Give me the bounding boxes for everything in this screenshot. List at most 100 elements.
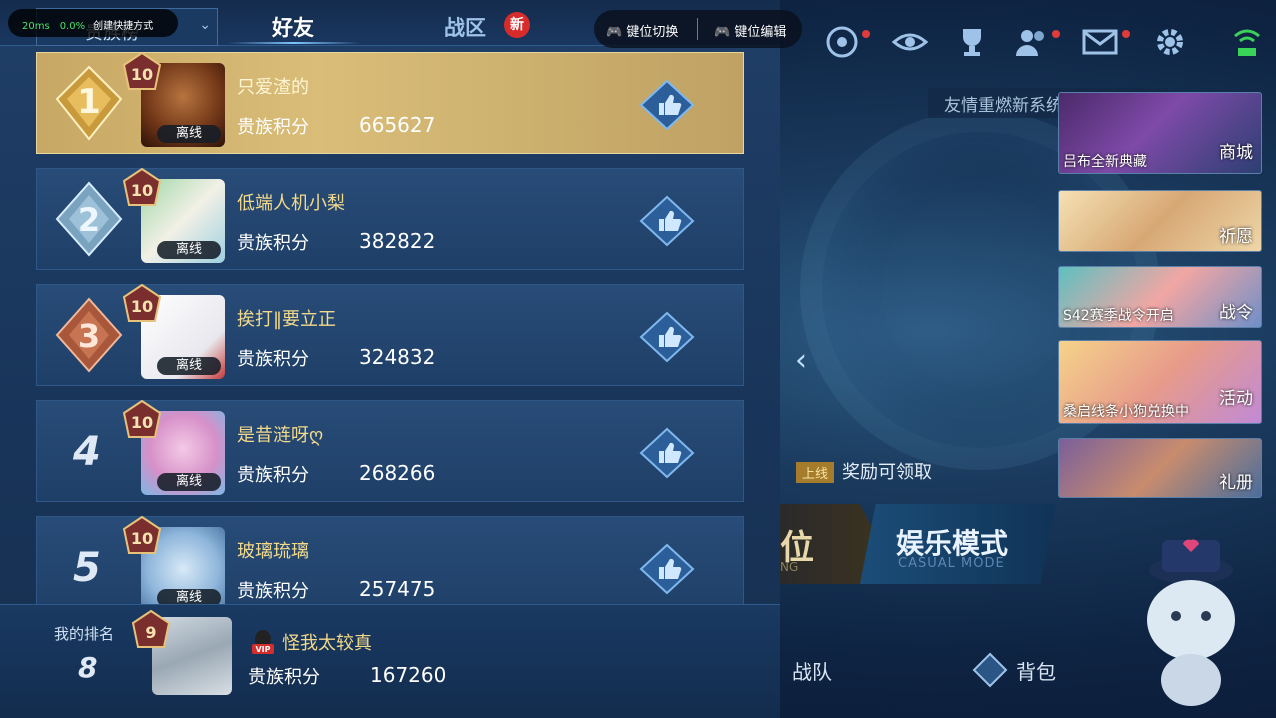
chevron-down-icon: ⌄ <box>199 17 211 33</box>
create-shortcut-text[interactable]: 创建快捷方式 <box>93 21 153 32</box>
player-name: 挨打‖要立正 <box>237 309 336 330</box>
noble-level-badge-icon: 10 <box>122 167 162 206</box>
casual-mode-subtitle: CASUAL MODE <box>898 556 1005 571</box>
card-tag: 商城 <box>1219 143 1253 163</box>
event-card[interactable]: 桑启线条小狗兑换中 活动 <box>1058 340 1262 424</box>
my-rank-number: 8 <box>78 651 98 684</box>
leaderboard-row[interactable]: 4 10 离线 是昔涟呀ღ 贵族积分 268266 <box>36 399 744 502</box>
tab-zone[interactable]: 战区 <box>444 12 486 42</box>
trophy-icon[interactable] <box>954 24 990 60</box>
offline-status: 离线 <box>157 473 221 491</box>
thumbs-up-icon[interactable] <box>639 427 695 479</box>
nav-team[interactable]: 战队 <box>792 656 832 685</box>
ranked-mode-subtitle: NG <box>780 560 799 574</box>
noble-level-badge-icon: 10 <box>122 515 162 554</box>
score-label: 贵族积分 <box>237 349 309 370</box>
player-name: 玻璃琉璃 <box>237 541 309 562</box>
silver-rank-medal-icon: 2 <box>55 181 123 257</box>
key-mapping-toolbar: 🎮 键位切换 🎮 键位编辑 <box>594 10 802 48</box>
active-tab-indicator <box>228 42 360 44</box>
my-rank-label: 我的排名 <box>54 625 115 643</box>
reward-online-tag: 上线 <box>796 462 835 483</box>
card-caption: 桑启线条小狗兑换中 <box>1063 404 1189 420</box>
leaderboard-panel: 贵族榜⌄ 好友 战区 新 1 10 离线 只爱渣的 贵族积分 665627 2 … <box>0 0 780 718</box>
score-value: 382822 <box>359 229 436 253</box>
rank-number: 3 <box>78 317 100 355</box>
rank-number: 2 <box>78 201 100 239</box>
leaderboard-row[interactable]: 5 10 离线 玻璃琉璃 贵族积分 257475 <box>36 515 744 618</box>
score-value: 268266 <box>359 461 436 485</box>
key-switch-label: 键位切换 <box>626 25 679 40</box>
mail-icon[interactable] <box>1082 24 1118 60</box>
thumbs-up-icon[interactable] <box>639 543 695 595</box>
friends-icon[interactable] <box>1014 24 1050 60</box>
my-rank-bar: 我的排名 8 9 VIP 怪我太较真 贵族积分 167260 <box>0 604 780 718</box>
wish-card[interactable]: 祈愿 <box>1058 190 1262 252</box>
leaderboard-row[interactable]: 2 10 离线 低端人机小梨 贵族积分 382822 <box>36 167 744 270</box>
level-number: 10 <box>131 413 153 432</box>
thumbs-up-icon[interactable] <box>639 79 695 131</box>
level-number: 10 <box>131 65 153 84</box>
eye-icon[interactable] <box>892 24 928 60</box>
thumbs-up-icon[interactable] <box>639 195 695 247</box>
performance-overlay: 20ms 0.0% 创建快捷方式 <box>8 9 178 37</box>
loss-readout: 0.0% <box>59 21 86 32</box>
leaderboard-row[interactable]: 1 10 离线 只爱渣的 贵族积分 665627 <box>36 51 744 154</box>
toolbar-divider <box>697 18 698 40</box>
card-caption: 吕布全新典藏 <box>1063 154 1147 170</box>
radar-icon[interactable] <box>824 24 860 60</box>
key-edit-label: 键位编辑 <box>734 25 787 40</box>
notification-dot <box>1122 30 1130 38</box>
battlepass-card[interactable]: S42赛季战令开启 战令 <box>1058 266 1262 328</box>
offline-status: 离线 <box>157 125 221 143</box>
card-tag: 战令 <box>1219 303 1253 323</box>
gear-icon[interactable] <box>1152 24 1188 60</box>
bag-icon <box>972 652 1008 688</box>
player-name: 是昔涟呀ღ <box>237 425 324 446</box>
card-tag: 活动 <box>1219 389 1253 409</box>
reward-text: 奖励可领取 <box>842 462 933 483</box>
tab-friends[interactable]: 好友 <box>272 12 314 42</box>
card-tag: 祈愿 <box>1219 227 1253 247</box>
score-value: 257475 <box>359 577 436 601</box>
gift-book-card[interactable]: 礼册 <box>1058 438 1262 498</box>
score-label: 贵族积分 <box>237 233 309 254</box>
thumbs-up-icon[interactable] <box>639 311 695 363</box>
score-label: 贵族积分 <box>237 581 309 602</box>
offline-status: 离线 <box>157 241 221 259</box>
key-switch-button[interactable]: 🎮 键位切换 <box>606 21 678 40</box>
level-number: 10 <box>131 529 153 548</box>
key-edit-button[interactable]: 🎮 键位编辑 <box>714 21 786 40</box>
notification-dot <box>862 30 870 38</box>
rank-number: 5 <box>73 545 101 591</box>
rank-number: 1 <box>77 82 101 122</box>
nav-bag[interactable]: 背包 <box>1016 656 1056 685</box>
card-tag: 礼册 <box>1219 473 1253 493</box>
score-value: 665627 <box>359 113 436 137</box>
level-number: 9 <box>145 623 156 642</box>
collapse-panel-button[interactable]: ‹ <box>782 330 820 392</box>
card-caption: S42赛季战令开启 <box>1063 308 1174 324</box>
mascot-character[interactable] <box>1126 530 1256 716</box>
noble-level-badge-icon: 10 <box>122 399 162 438</box>
my-score-value: 167260 <box>370 663 447 687</box>
my-player-name: 怪我太较真 <box>282 633 372 654</box>
level-number: 10 <box>131 181 153 200</box>
noble-level-badge-icon: 10 <box>122 51 162 90</box>
player-name: 低端人机小梨 <box>237 193 345 214</box>
leaderboard-row[interactable]: 3 10 离线 挨打‖要立正 贵族积分 324832 <box>36 283 744 386</box>
shop-card[interactable]: 吕布全新典藏 商城 <box>1058 92 1262 174</box>
score-label: 贵族积分 <box>237 465 309 486</box>
my-score-label: 贵族积分 <box>248 667 320 688</box>
bronze-rank-medal-icon: 3 <box>55 297 123 373</box>
gold-rank-medal-icon: 1 <box>55 65 123 141</box>
wifi-battery-icon <box>1234 29 1260 56</box>
latency-readout: 20ms <box>22 21 50 32</box>
notification-dot <box>1052 30 1060 38</box>
vip-label: VIP <box>255 645 270 654</box>
casual-mode-button[interactable]: 娱乐模式 CASUAL MODE <box>860 504 1056 584</box>
level-number: 10 <box>131 297 153 316</box>
rank-number: 4 <box>73 429 101 475</box>
login-reward[interactable]: 上线 奖励可领取 <box>796 458 932 484</box>
new-badge: 新 <box>504 12 530 38</box>
